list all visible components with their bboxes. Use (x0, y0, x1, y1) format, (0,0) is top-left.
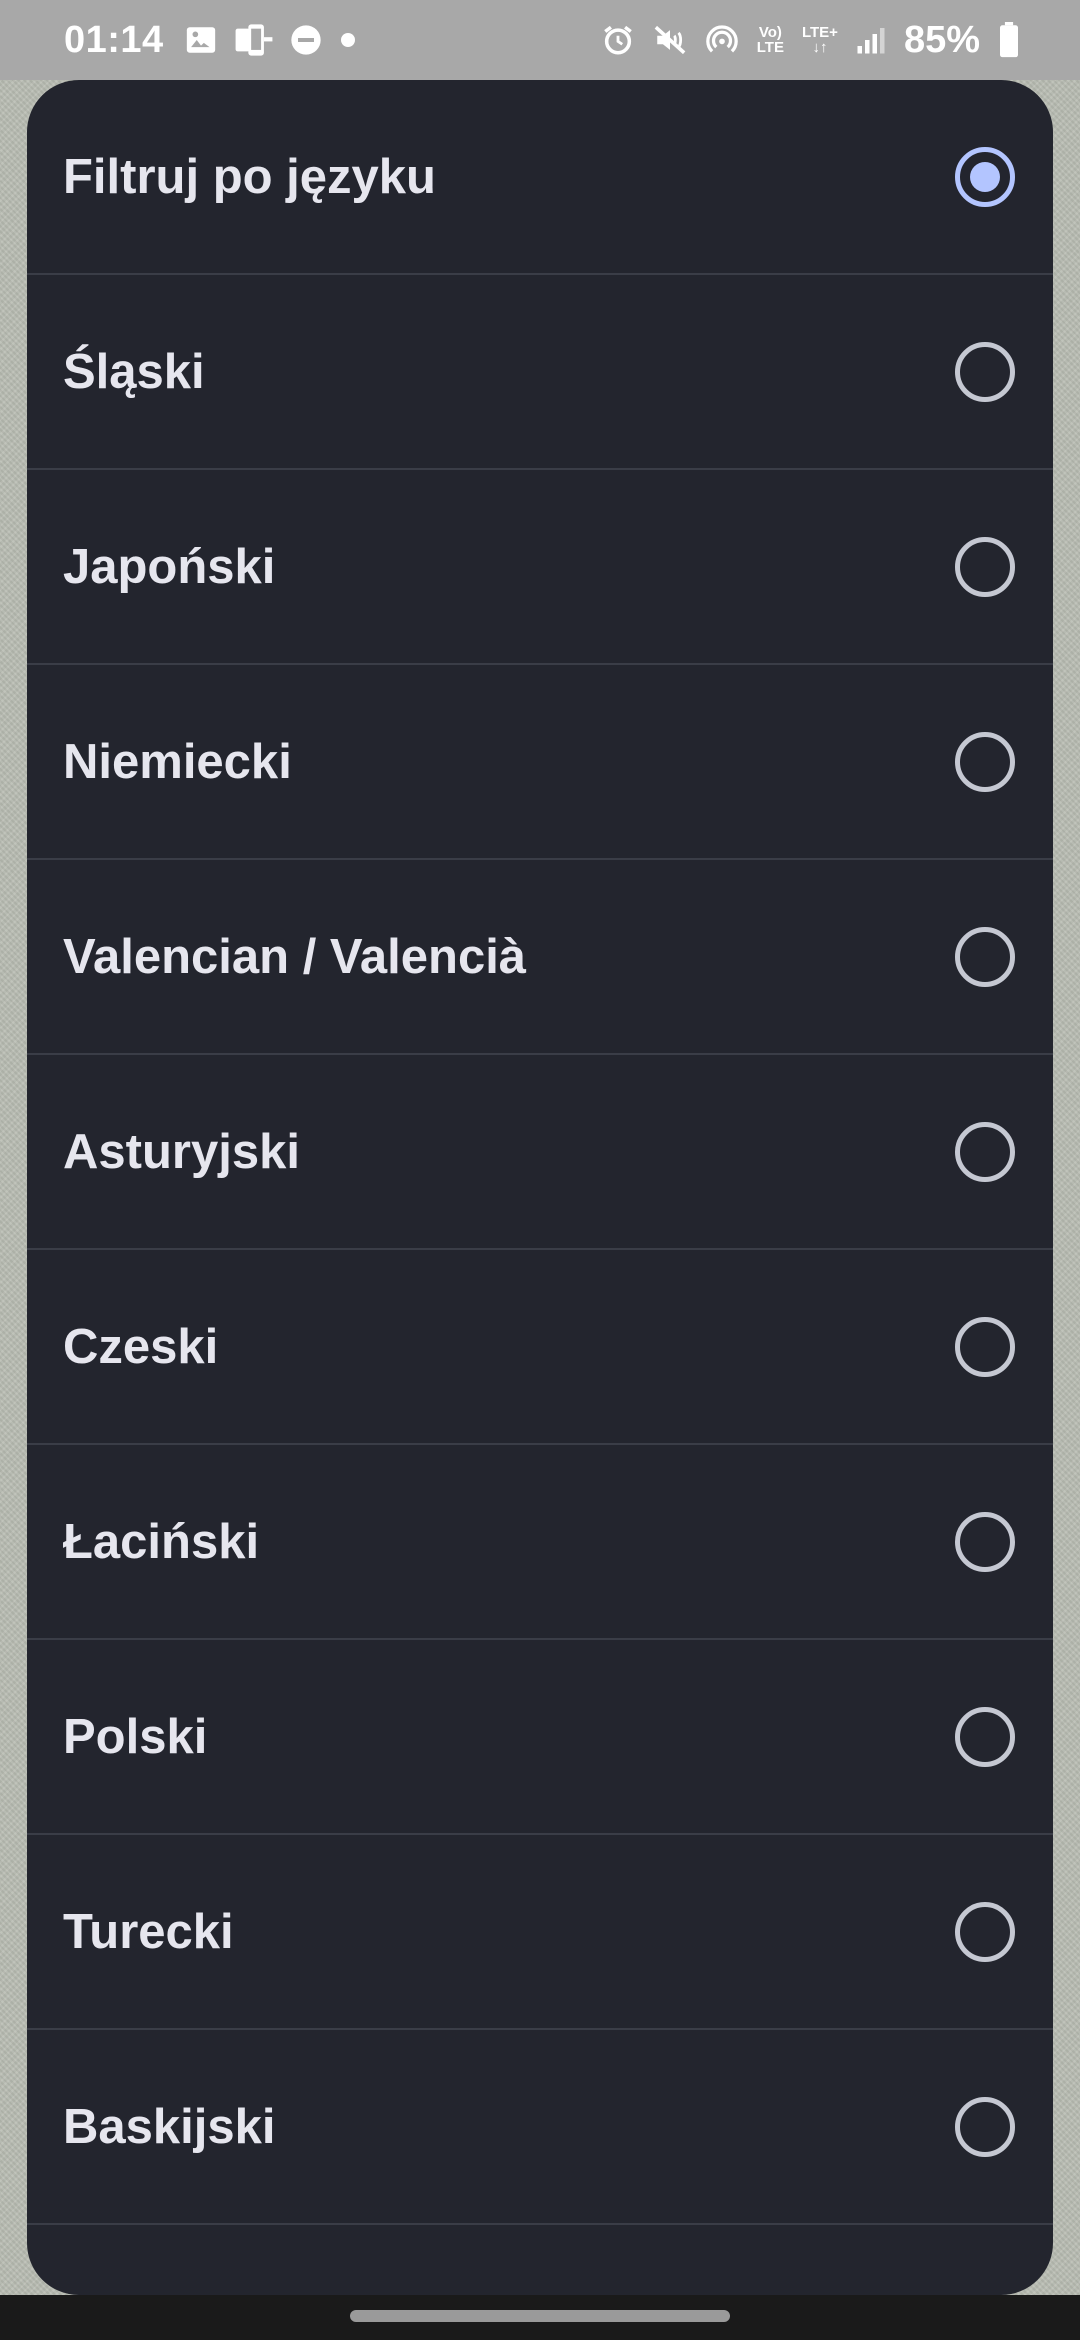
option-basque[interactable]: Baskijski (27, 2030, 1053, 2225)
status-bar: 01:14 Vo) LTE LTE+ ↓↑ 85% (0, 0, 1080, 80)
hotspot-icon (705, 23, 739, 57)
option-label: Japoński (63, 539, 276, 594)
home-indicator[interactable] (350, 2310, 730, 2322)
status-left-icons (184, 23, 358, 57)
status-right-icons: Vo) LTE LTE+ ↓↑ 85% (601, 19, 1020, 62)
option-label: Asturyjski (63, 1124, 300, 1179)
alarm-icon (601, 23, 635, 57)
option-silesian[interactable]: Śląski (27, 275, 1053, 470)
do-not-disturb-icon (290, 24, 322, 56)
lte-plus-icon: LTE+ ↓↑ (801, 24, 838, 56)
option-label: Śląski (63, 344, 205, 399)
image-icon (184, 23, 218, 57)
option-german[interactable]: Niemiecki (27, 665, 1053, 860)
option-label: Czeski (63, 1319, 219, 1374)
option-latin[interactable]: Łaciński (27, 1445, 1053, 1640)
dot-icon (338, 30, 358, 50)
option-label: Polski (63, 1709, 208, 1764)
radio-button[interactable] (955, 341, 1015, 402)
option-asturian[interactable]: Asturyjski (27, 1055, 1053, 1250)
option-polish[interactable]: Polski (27, 1640, 1053, 1835)
option-filter-by-language[interactable]: Filtruj po języku (27, 80, 1053, 275)
option-partial-next[interactable] (27, 2225, 1053, 2295)
option-label: Valencian / Valencià (63, 929, 527, 984)
radio-button[interactable] (955, 731, 1015, 792)
option-turkish[interactable]: Turecki (27, 1835, 1053, 2030)
radio-button[interactable] (955, 1316, 1015, 1377)
radio-button-checked[interactable] (955, 146, 1015, 207)
signal-icon (856, 24, 886, 56)
radio-button[interactable] (955, 1121, 1015, 1182)
status-time: 01:14 (64, 18, 164, 61)
option-label: Łaciński (63, 1514, 260, 1569)
option-czech[interactable]: Czeski (27, 1250, 1053, 1445)
volte-icon: Vo) LTE (756, 24, 784, 56)
option-japanese[interactable]: Japoński (27, 470, 1053, 665)
battery-icon (998, 22, 1020, 58)
radio-button[interactable] (955, 2096, 1015, 2157)
radio-button[interactable] (955, 926, 1015, 987)
radio-button[interactable] (955, 1511, 1015, 1572)
radio-button[interactable] (955, 1706, 1015, 1767)
option-label: Niemiecki (63, 734, 292, 789)
option-label: Filtruj po języku (63, 149, 436, 204)
option-valencian[interactable]: Valencian / Valencià (27, 860, 1053, 1055)
option-label: Turecki (63, 1904, 234, 1959)
language-filter-dialog: Filtruj po języku Śląski Japoński Niemie… (27, 80, 1053, 2295)
radio-button[interactable] (955, 536, 1015, 597)
navigation-bar (0, 2295, 1080, 2340)
mute-icon (653, 23, 687, 57)
option-label: Baskijski (63, 2099, 276, 2154)
phone-transfer-icon (234, 23, 274, 57)
radio-button[interactable] (955, 1901, 1015, 1962)
battery-percent: 85% (903, 18, 980, 61)
